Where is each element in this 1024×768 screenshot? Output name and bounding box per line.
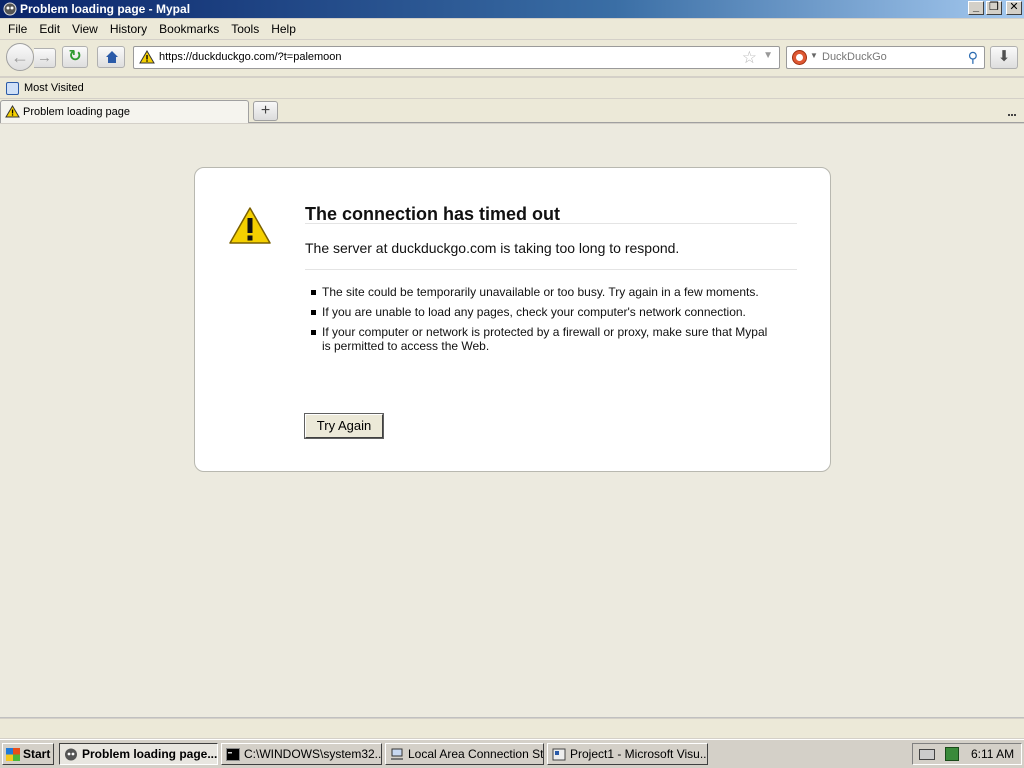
close-button[interactable]: ✕	[1006, 1, 1022, 15]
menu-bookmarks[interactable]: Bookmarks	[153, 22, 225, 36]
network-status-icon[interactable]	[945, 747, 959, 761]
bookmark-star-icon[interactable]: ☆	[742, 48, 757, 68]
error-title: The connection has timed out	[305, 204, 561, 224]
menu-bar: File Edit View History Bookmarks Tools H…	[0, 19, 1024, 39]
taskbar-item-label: Project1 - Microsoft Visu...	[570, 747, 708, 761]
list-item: If you are unable to load any pages, che…	[305, 305, 775, 319]
url-bar[interactable]: https://duckduckgo.com/?t=palemoon ☆ ▼	[133, 46, 780, 69]
bookmarks-toolbar: Most Visited	[0, 78, 1024, 98]
download-icon: ⬇	[997, 48, 1011, 65]
window-title: Problem loading page - Mypal	[20, 2, 191, 16]
duckduckgo-icon[interactable]	[792, 50, 807, 65]
reload-button[interactable]: ↻	[62, 46, 88, 68]
tab-title: Problem loading page	[23, 106, 131, 118]
network-icon	[391, 748, 403, 760]
divider	[305, 223, 797, 224]
arrow-left-icon: ←	[11, 47, 29, 67]
window-titlebar[interactable]: Problem loading page - Mypal _ ❐ ✕	[0, 0, 1024, 18]
warning-icon	[5, 105, 20, 118]
error-suggestions: The site could be temporarily unavailabl…	[305, 285, 775, 359]
taskbar-item-label: Problem loading page...	[82, 747, 218, 761]
back-button[interactable]: ←	[6, 43, 34, 71]
list-item: The site could be temporarily unavailabl…	[305, 285, 775, 299]
menu-tools[interactable]: Tools	[225, 22, 265, 36]
taskbar-item-label: C:\WINDOWS\system32...	[244, 747, 382, 761]
mypal-icon	[3, 2, 17, 16]
tab-problem-loading[interactable]: Problem loading page	[0, 100, 249, 123]
list-all-tabs-button[interactable]	[1008, 106, 1018, 130]
clock[interactable]: 6:11 AM	[971, 747, 1014, 761]
menu-help[interactable]: Help	[265, 22, 302, 36]
taskbar-item-cmd[interactable]: C:\WINDOWS\system32...	[221, 743, 382, 765]
menu-history[interactable]: History	[104, 22, 153, 36]
new-tab-button[interactable]: +	[253, 101, 278, 121]
error-description: The server at duckduckgo.com is taking t…	[305, 240, 680, 256]
taskbar-item-mypal[interactable]: Problem loading page...	[59, 743, 218, 765]
url-text[interactable]: https://duckduckgo.com/?t=palemoon	[159, 51, 342, 63]
cmd-icon	[226, 747, 240, 761]
chevron-down-icon[interactable]: ▼	[810, 51, 818, 60]
status-bar	[0, 719, 1024, 738]
most-visited-icon	[6, 81, 19, 95]
keyboard-icon[interactable]	[919, 748, 935, 760]
reload-icon: ↻	[68, 48, 82, 65]
vb-icon	[552, 748, 566, 760]
arrow-right-icon: →	[37, 49, 52, 66]
divider	[305, 269, 797, 270]
warning-icon	[229, 207, 271, 244]
menu-file[interactable]: File	[2, 22, 33, 36]
minimize-button[interactable]: _	[968, 1, 984, 15]
list-item: If your computer or network is protected…	[305, 325, 775, 353]
taskbar-item-network[interactable]: Local Area Connection St...	[385, 743, 544, 765]
menu-edit[interactable]: Edit	[33, 22, 66, 36]
try-again-button[interactable]: Try Again	[305, 414, 383, 438]
most-visited-bookmark[interactable]: Most Visited	[24, 82, 84, 94]
tab-strip: Problem loading page +	[0, 99, 1024, 130]
taskbar-item-label: Local Area Connection St...	[408, 747, 544, 761]
forward-button[interactable]: →	[34, 48, 56, 68]
taskbar-item-vb[interactable]: Project1 - Microsoft Visu...	[547, 743, 708, 765]
downloads-button[interactable]: ⬇	[990, 46, 1018, 69]
menu-view[interactable]: View	[66, 22, 104, 36]
mypal-icon	[65, 748, 77, 760]
maximize-button[interactable]: ❐	[986, 1, 1002, 15]
search-input[interactable]: DuckDuckGo	[822, 51, 887, 63]
plus-icon: +	[260, 102, 271, 119]
windows-logo-icon	[6, 747, 20, 761]
navigation-toolbar: ← → ↻ https://duckduckgo.com/?t=palemoon…	[0, 40, 1024, 76]
page-content: The connection has timed out The server …	[0, 124, 1024, 718]
error-panel: The connection has timed out The server …	[194, 167, 831, 472]
home-button[interactable]	[97, 46, 125, 68]
system-tray: 6:11 AM	[912, 743, 1022, 765]
search-bar[interactable]: ▼ DuckDuckGo ⚲	[786, 46, 985, 69]
search-icon[interactable]: ⚲	[968, 49, 978, 66]
home-icon	[106, 51, 118, 63]
start-label: Start	[23, 747, 51, 761]
url-dropdown-icon[interactable]: ▼	[763, 50, 773, 61]
start-button[interactable]: Start	[2, 743, 54, 765]
warning-icon	[139, 50, 155, 64]
taskbar: Start Problem loading page... C:\WINDOWS…	[0, 739, 1024, 768]
